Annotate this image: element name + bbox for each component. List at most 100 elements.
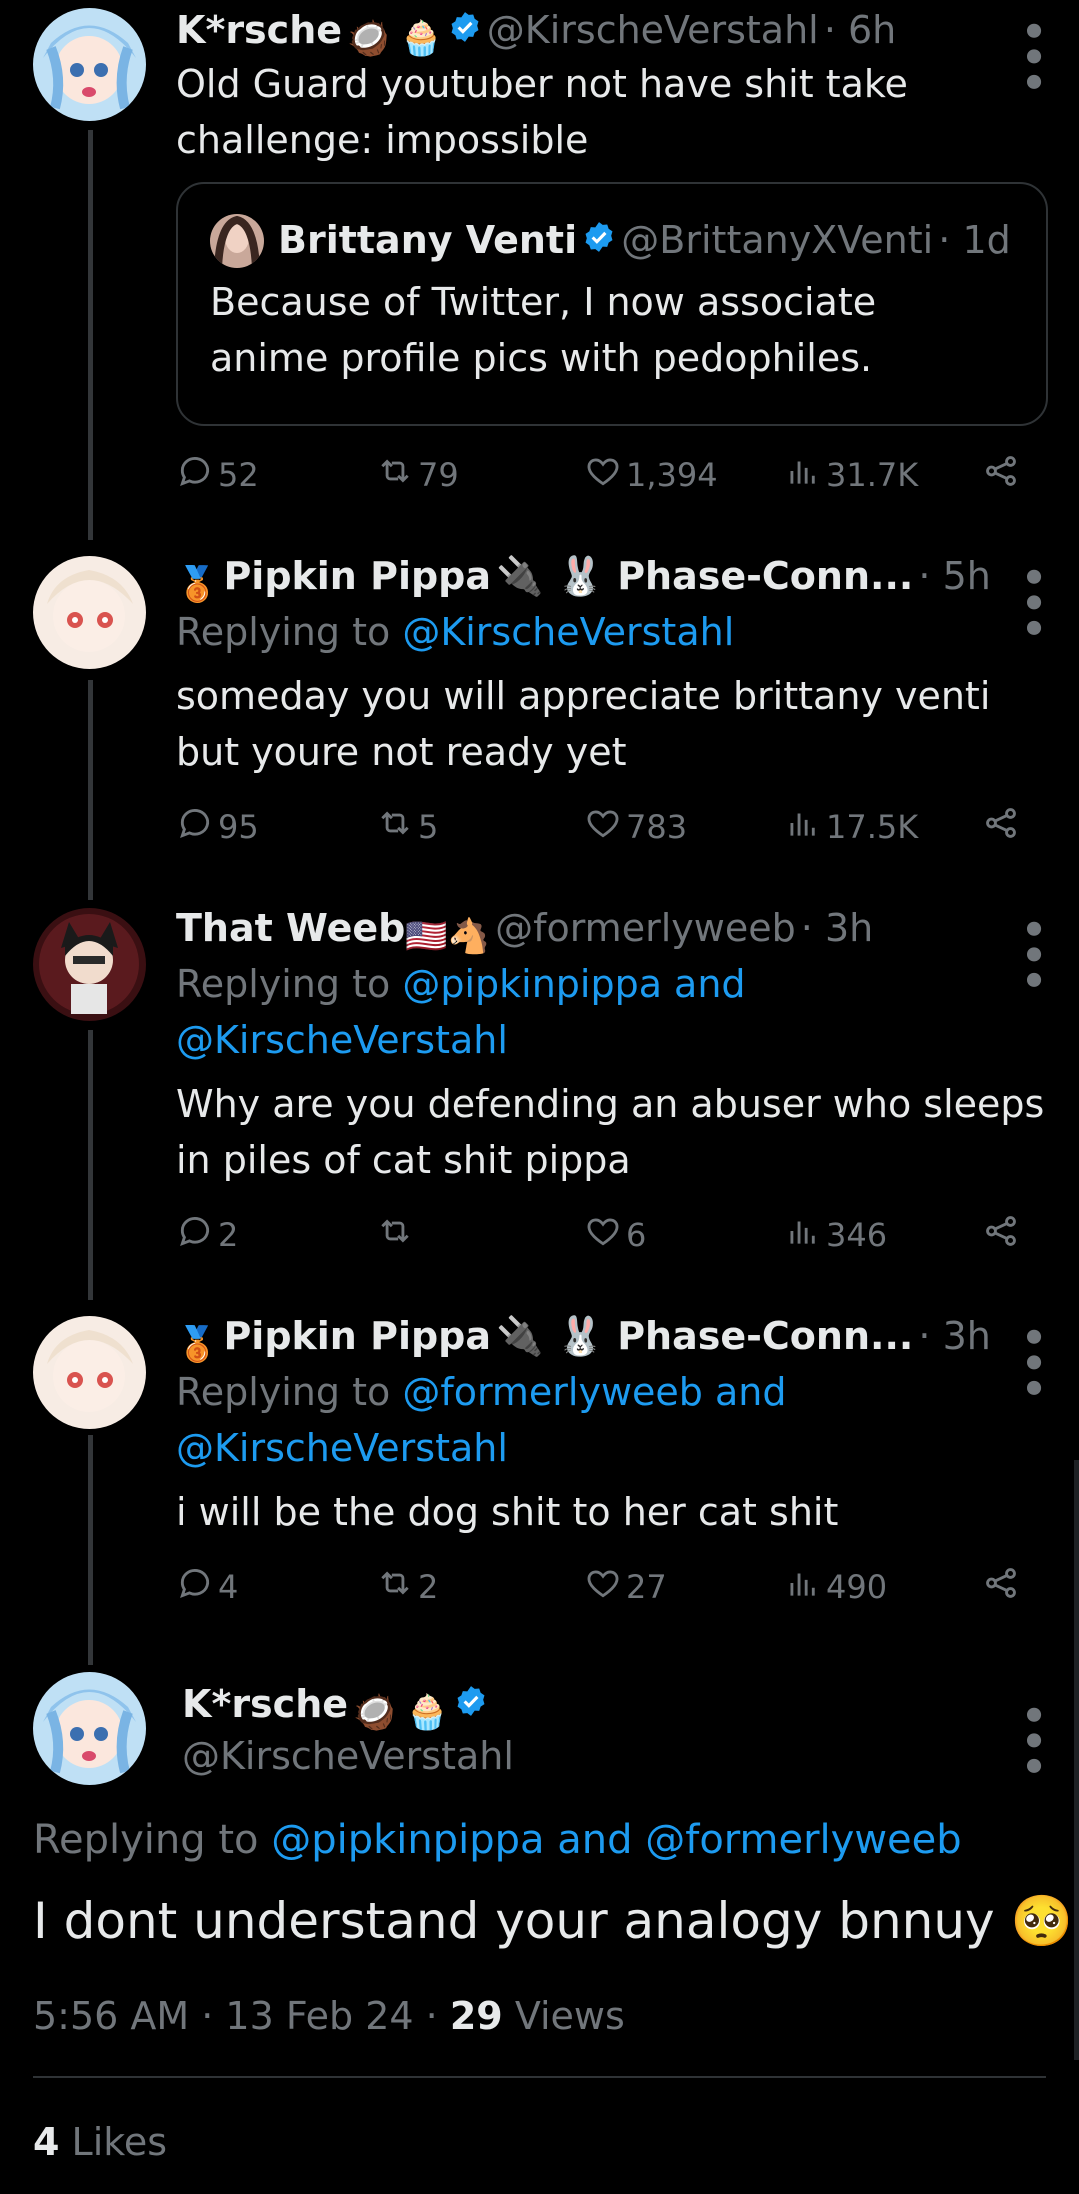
views-count: 29 xyxy=(449,1994,503,2038)
repost-icon xyxy=(376,804,414,850)
like-button[interactable]: 1,394 xyxy=(584,452,718,498)
mention-link[interactable]: @KirscheVerstahl xyxy=(402,610,734,654)
timestamp[interactable]: 5:56 AM · 13 Feb 24 · xyxy=(33,1994,438,2038)
like-button[interactable]: 27 xyxy=(584,1564,667,1610)
likes-label: Likes xyxy=(71,2120,168,2164)
avatar[interactable] xyxy=(33,8,146,121)
replying-to: Replying to @pipkinpippa and xyxy=(176,962,746,1006)
tweet-text: challenge: impossible xyxy=(176,118,589,162)
avatar[interactable] xyxy=(33,556,146,669)
tweet-header: 🥉 Pipkin Pippa 🔌 🐰 Phase-Conn... · 3h xyxy=(176,1308,1039,1365)
share-button[interactable] xyxy=(982,1212,1020,1258)
like-button[interactable]: 6 xyxy=(584,1212,646,1258)
quote-timestamp: · 1d xyxy=(938,218,1011,262)
avatar[interactable] xyxy=(33,1316,146,1429)
reply-button[interactable]: 4 xyxy=(176,1564,238,1610)
mention-link[interactable]: @formerlyweeb and xyxy=(402,1370,786,1414)
scrollbar[interactable] xyxy=(1074,1460,1079,2060)
views-label: Views xyxy=(514,1994,625,2038)
mention-link[interactable]: @KirscheVerstahl xyxy=(176,1420,508,1476)
thread-line xyxy=(88,1030,93,1300)
share-icon xyxy=(982,804,1020,850)
timestamp[interactable]: · 3h xyxy=(801,906,873,950)
share-button[interactable] xyxy=(982,804,1020,850)
display-name-suffix[interactable]: 🔌 🐰 Phase-Conn... xyxy=(496,1314,913,1358)
handle[interactable]: @formerlyweeb xyxy=(495,906,796,950)
name-emojis: 🥥 🧁 xyxy=(353,1692,449,1733)
tweet-actions: 52 79 1,394 31.7K xyxy=(176,452,1036,502)
tweet-text: Old Guard youtuber not have shit take xyxy=(176,62,908,106)
name-emojis: 🥥 🧁 xyxy=(347,18,443,59)
more-options-icon[interactable]: ••• xyxy=(1009,916,1055,993)
more-options-icon[interactable]: ••• xyxy=(1009,18,1055,95)
share-button[interactable] xyxy=(982,1564,1020,1610)
display-name[interactable]: Pipkin Pippa xyxy=(223,554,491,598)
tweet-text: but youre not ready yet xyxy=(176,730,627,774)
display-name[interactable]: K*rsche xyxy=(182,1682,348,1726)
views-button[interactable]: 346 xyxy=(784,1212,887,1258)
timestamp[interactable]: · 3h xyxy=(918,1314,990,1358)
views-icon xyxy=(784,1212,822,1258)
reply-button[interactable]: 52 xyxy=(176,452,259,498)
repost-icon xyxy=(376,452,414,498)
likes-count: 4 xyxy=(33,2120,60,2164)
repost-icon xyxy=(376,1564,414,1610)
reply-icon xyxy=(176,1564,214,1610)
repost-button[interactable]: 2 xyxy=(376,1564,438,1610)
quote-avatar xyxy=(210,214,264,268)
repost-button[interactable]: 79 xyxy=(376,452,459,498)
reply-button[interactable]: 95 xyxy=(176,804,259,850)
likes-stat[interactable]: 4 Likes xyxy=(33,2114,167,2170)
tweet-actions: 4 2 27 490 xyxy=(176,1564,1036,1614)
divider xyxy=(33,2076,1046,2078)
avatar[interactable] xyxy=(33,908,146,1021)
mention-link[interactable]: @pipkinpippa and @formerlyweeb xyxy=(271,1817,961,1863)
views-button[interactable]: 31.7K xyxy=(784,452,918,498)
thread-line xyxy=(88,1435,93,1665)
mention-link[interactable]: @KirscheVerstahl xyxy=(176,1012,508,1068)
heart-icon xyxy=(584,804,622,850)
display-name[interactable]: Pipkin Pippa xyxy=(223,1314,491,1358)
share-icon xyxy=(982,452,1020,498)
mention-link[interactable]: @pipkinpippa and xyxy=(402,962,745,1006)
handle[interactable]: @KirscheVerstahl xyxy=(487,8,819,52)
timestamp[interactable]: · 5h xyxy=(918,554,990,598)
flag-emojis: 🇺🇸🐴 xyxy=(405,916,490,957)
tweet-header: K*rsche 🥥 🧁 @KirscheVerstahl · 6h xyxy=(176,2,1039,59)
tweet-actions: 2 6 346 xyxy=(176,1212,1036,1262)
share-icon xyxy=(982,1564,1020,1610)
timestamp[interactable]: · 6h xyxy=(824,8,896,52)
tweet-actions: 95 5 783 17.5K xyxy=(176,804,1036,854)
quote-text: Because of Twitter, I now associate xyxy=(210,280,877,324)
quote-display-name: Brittany Venti xyxy=(278,218,578,262)
quoted-tweet[interactable]: Brittany Venti @BrittanyXVenti · 1d Beca… xyxy=(176,182,1048,426)
like-button[interactable]: 783 xyxy=(584,804,687,850)
reply-button[interactable]: 2 xyxy=(176,1212,238,1258)
more-options-icon[interactable]: ••• xyxy=(1009,1702,1055,1779)
tweet-header: That Weeb🇺🇸🐴 @formerlyweeb · 3h xyxy=(176,900,1039,957)
views-button[interactable]: 490 xyxy=(784,1564,887,1610)
views-icon xyxy=(784,452,822,498)
views-button[interactable]: 17.5K xyxy=(784,804,918,850)
share-button[interactable] xyxy=(982,452,1020,498)
display-name[interactable]: That Weeb xyxy=(176,906,405,950)
heart-icon xyxy=(584,1212,622,1258)
tweet-meta: 5:56 AM · 13 Feb 24 · 29 Views xyxy=(33,1988,625,2044)
handle[interactable]: @KirscheVerstahl xyxy=(182,1728,514,1784)
more-options-icon[interactable]: ••• xyxy=(1009,564,1055,641)
reply-icon xyxy=(176,804,214,850)
more-options-icon[interactable]: ••• xyxy=(1009,1324,1055,1401)
pleading-face-emoji: 🥺 xyxy=(1010,1892,1073,1950)
heart-icon xyxy=(584,1564,622,1610)
thread-line xyxy=(88,130,93,540)
avatar[interactable] xyxy=(33,1672,146,1785)
reply-icon xyxy=(176,1212,214,1258)
display-name[interactable]: K*rsche xyxy=(176,8,342,52)
heart-icon xyxy=(584,452,622,498)
display-name-suffix[interactable]: 🔌 🐰 Phase-Conn... xyxy=(496,554,913,598)
tweet-text: i will be the dog shit to her cat shit xyxy=(176,1490,839,1534)
repost-button[interactable]: 5 xyxy=(376,804,438,850)
tweet-header: 🥉 Pipkin Pippa 🔌 🐰 Phase-Conn... · 5h xyxy=(176,548,1039,605)
views-icon xyxy=(784,804,822,850)
repost-button[interactable] xyxy=(376,1212,418,1258)
